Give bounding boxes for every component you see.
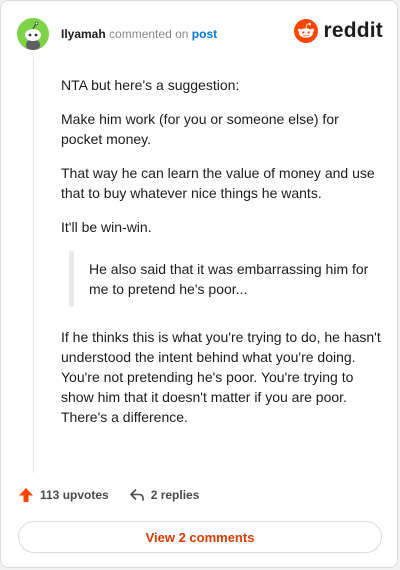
upvote-count: 113 upvotes [40,488,109,502]
comment-paragraph: If he thinks this is what you're trying … [61,329,381,425]
replies-button[interactable]: 2 replies [129,487,200,503]
blockquote: He also said that it was embarrassing hi… [69,251,381,307]
comment-body: NTA but here's a suggestion: Make him wo… [61,75,381,441]
comment-paragraph: NTA but here's a suggestion: [61,77,240,93]
username-link[interactable]: Ilyamah [61,27,106,41]
comment-paragraph: That way he can learn the value of money… [61,165,375,201]
reply-arrow-icon [129,489,144,501]
thread-line[interactable] [33,57,34,473]
reddit-wordmark: reddit [323,19,383,42]
view-comments-button[interactable]: View 2 comments [18,521,382,553]
upvote-button[interactable]: 113 upvotes [18,487,109,503]
comment-paragraph: It'll be win-win. [61,219,152,235]
upvote-arrow-icon [19,488,33,502]
post-link[interactable]: post [192,27,217,41]
reddit-brand[interactable]: reddit [294,19,383,43]
snoo-avatar-icon[interactable] [17,18,49,50]
comment-paragraph: Make him work (for you or someone else) … [61,111,339,147]
comment-actions: 113 upvotes 2 replies [18,487,199,503]
comment-header: Ilyamah commented on post [17,18,217,50]
reddit-logo-icon [294,19,319,43]
comment-meta: Ilyamah commented on post [61,27,217,41]
commented-on-text: commented on [109,27,189,41]
quote-text: He also said that it was embarrassing hi… [89,261,369,297]
comment-card: Ilyamah commented on post reddit NTA but… [0,0,398,568]
replies-count: 2 replies [150,488,200,502]
